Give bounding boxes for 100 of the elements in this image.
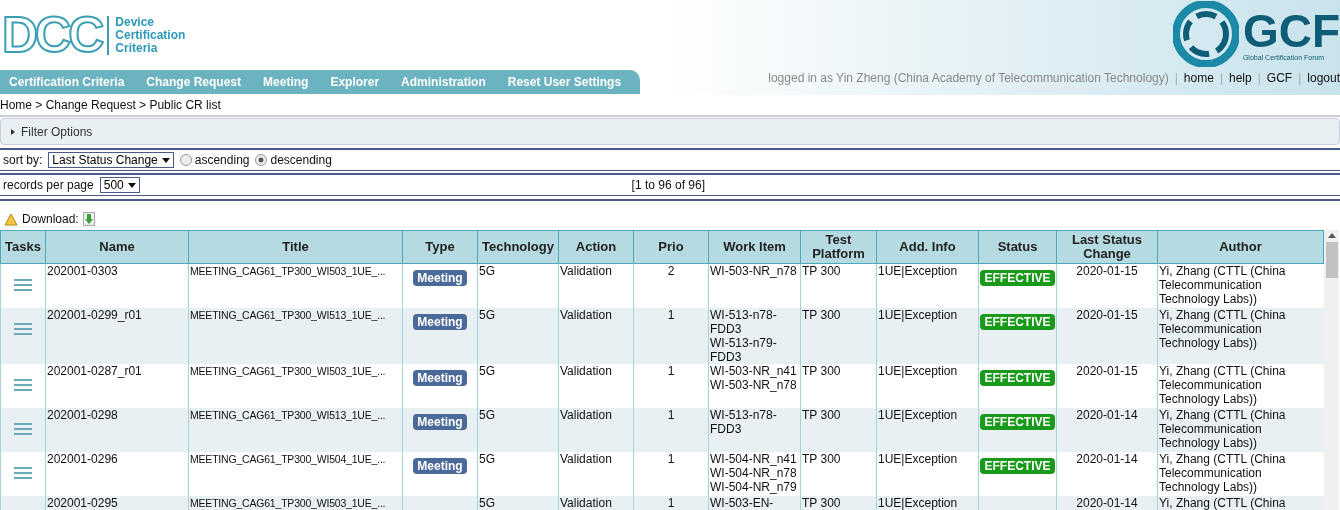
table-cell-text: WI-513-n78-FDD3 — [710, 408, 778, 436]
table-cell: 5G — [479, 408, 495, 422]
column-header[interactable]: Test Platform — [800, 230, 877, 264]
type-badge: Meeting — [413, 414, 467, 430]
menu-icon[interactable] — [13, 378, 33, 392]
table-cell: 5G — [479, 264, 495, 278]
table-cell: 1UE|Exception — [878, 496, 958, 510]
column-header[interactable]: Technology — [477, 230, 559, 264]
download-icon[interactable] — [82, 212, 95, 226]
scrollbar[interactable] — [1324, 230, 1339, 510]
table-cell-text: WI-504-NR_n78 — [710, 466, 798, 480]
radio-button[interactable] — [179, 154, 192, 166]
table-cell: Validation — [560, 496, 612, 510]
column-header[interactable]: Name — [45, 230, 189, 264]
column-header[interactable]: Tasks — [0, 230, 46, 264]
table-cell: 1 — [667, 408, 675, 422]
table-cell: TP 300 — [802, 496, 841, 510]
menu-icon[interactable] — [13, 278, 33, 292]
status-badge: EFFECTIVE — [980, 370, 1055, 386]
table-cell: Validation — [560, 264, 612, 278]
radio-button[interactable] — [255, 154, 268, 166]
table-cell: Validation — [560, 452, 612, 466]
record-range: [1 to 96 of 96] — [631, 178, 705, 192]
table-cell: Validation — [560, 364, 612, 378]
table-cell: MEETING_CAG61_TP300_WI513_1UE_... — [190, 409, 386, 421]
table-cell: 2020-01-14 — [1076, 452, 1138, 466]
header-link[interactable]: GCF — [1266, 71, 1293, 85]
table-cell: 202001-0299_r01 — [47, 308, 142, 322]
column-header[interactable]: Add. Info — [876, 230, 979, 264]
table-cell-text: Yi, Zhang (CTTL (China Telecommunication Technology Labs)) — [1159, 452, 1287, 496]
radio-label: ascending — [194, 153, 250, 167]
column-header[interactable]: Work Item — [708, 230, 801, 264]
table-cell-text: Yi, Zhang (CTTL (China Telecommunication Technology Labs)) — [1159, 308, 1287, 352]
separator: | — [1174, 71, 1178, 85]
table-cell: 1 — [667, 496, 675, 510]
header-link[interactable]: help — [1229, 71, 1252, 85]
partner-logo-mark: GCF — [1242, 7, 1340, 54]
table-cell: 2020-01-15 — [1076, 308, 1138, 322]
header-link[interactable]: home — [1183, 71, 1214, 85]
table-cell-text: WI-504-NR_n79 — [710, 480, 798, 494]
column-header[interactable]: Prio — [633, 230, 709, 264]
column-header[interactable]: Last Status Change — [1056, 230, 1158, 264]
menu-icon[interactable] — [13, 322, 33, 336]
column-header[interactable]: Status — [978, 230, 1057, 264]
swirl-logo-icon — [1172, 1, 1239, 67]
menu-icon[interactable] — [13, 422, 33, 436]
table-cell: MEETING_CAG61_TP300_WI504_1UE_... — [190, 453, 386, 465]
table-cell: 1 — [667, 308, 675, 322]
logged-in-text: logged in as Yin Zheng (China Academy of Telecommunication Technology) — [768, 71, 1169, 85]
table-cell: 2 — [667, 264, 675, 278]
scrollbar-thumb[interactable] — [1325, 242, 1338, 278]
table-cell: Validation — [560, 408, 612, 422]
table-cell: 5G — [479, 308, 495, 322]
table-cell: 202001-0295 — [47, 496, 118, 510]
table-cell: TP 300 — [802, 452, 841, 466]
column-header[interactable]: Title — [188, 230, 403, 264]
table-cell: 202001-0303 — [47, 264, 118, 278]
logo-text: Device Certification Criteria — [107, 15, 186, 55]
sort-select[interactable]: Last Status Change — [48, 152, 174, 168]
table-cell: 2020-01-14 — [1076, 408, 1138, 422]
column-header[interactable]: Author — [1157, 230, 1324, 264]
table-cell: TP 300 — [802, 308, 841, 322]
table-cell-text: Yi, Zhang (CTTL (China — [1159, 496, 1287, 510]
table-cell: TP 300 — [802, 364, 841, 378]
table-cell: 1 — [667, 452, 675, 466]
status-badge: EFFECTIVE — [980, 270, 1055, 286]
column-header[interactable]: Action — [558, 230, 634, 264]
table-cell: TP 300 — [802, 264, 841, 278]
table-cell-text: WI-503-NR_n78 — [710, 264, 798, 278]
records-per-page-label: records per page — [3, 178, 94, 192]
table-cell: Validation — [560, 308, 612, 322]
table-cell: 1UE|Exception — [878, 264, 958, 278]
download-label: Download: — [22, 212, 79, 226]
table-cell: MEETING_CAG61_TP300_WI503_1UE_... — [190, 365, 386, 377]
table-cell: 1UE|Exception — [878, 452, 958, 466]
table-cell: TP 300 — [802, 408, 841, 422]
table-cell-text: Yi, Zhang (CTTL (China Telecommunication Technology Labs)) — [1159, 264, 1287, 308]
table-cell: MEETING_CAG61_TP300_WI513_1UE_... — [190, 309, 386, 321]
table-cell-text: WI-513-n79-FDD3 — [710, 336, 778, 364]
type-badge: Meeting — [413, 270, 467, 286]
table-cell: 1UE|Exception — [878, 308, 958, 322]
menu-icon[interactable] — [13, 466, 33, 480]
table-cell-text: WI-503-EN- — [710, 496, 775, 510]
table-cell-text: WI-503-NR_n41 — [710, 364, 798, 378]
logo-mark: DCC — [2, 10, 102, 60]
type-badge: Meeting — [413, 314, 467, 330]
type-badge: Meeting — [413, 458, 467, 474]
table-cell: MEETING_CAG61_TP300_WI503_1UE_... — [190, 497, 386, 509]
table-cell: 202001-0298 — [47, 408, 118, 422]
table-cell-text: WI-503-NR_n78 — [710, 378, 798, 392]
table-cell: 5G — [479, 364, 495, 378]
sort-label: sort by: — [3, 153, 43, 167]
column-header[interactable]: Type — [402, 230, 478, 264]
header-link[interactable]: logout — [1307, 71, 1340, 85]
separator: | — [1219, 71, 1223, 85]
table-cell-text: WI-504-NR_n41 — [710, 452, 798, 466]
status-badge: EFFECTIVE — [980, 314, 1055, 330]
filter-options-toggle[interactable]: Filter Options — [0, 118, 1340, 145]
table-cell: 1UE|Exception — [878, 408, 958, 422]
records-per-page-select[interactable]: 500 — [99, 177, 140, 193]
